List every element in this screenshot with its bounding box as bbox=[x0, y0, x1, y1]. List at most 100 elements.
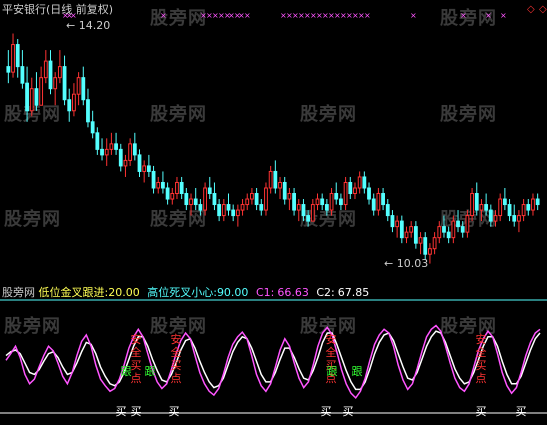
candle-down bbox=[273, 170, 278, 189]
candle-down bbox=[34, 88, 39, 106]
golden-cross-label: 低位金叉跟进: bbox=[38, 286, 109, 299]
x-marker: × bbox=[500, 11, 507, 20]
death-cross-label: 高位死叉小心: bbox=[147, 286, 217, 299]
candle-up bbox=[531, 198, 535, 211]
buy-signal: 买 bbox=[130, 405, 142, 418]
safe-buy-signal: 买 bbox=[170, 359, 182, 372]
safe-buy-signal: 安 bbox=[130, 333, 142, 346]
candle-down bbox=[292, 193, 296, 211]
candle-up bbox=[517, 215, 521, 222]
candle-up bbox=[310, 204, 315, 222]
x-marker: × bbox=[485, 11, 492, 20]
candle-down bbox=[137, 154, 142, 172]
candle-down bbox=[488, 209, 493, 222]
price-candlestick-chart[interactable]: ××× × × × × × ×× ×× × × × × × × × × × × × × × × × × × × × × ◇ ◇ bbox=[0, 0, 547, 425]
candle-down bbox=[324, 204, 329, 211]
candle-down bbox=[95, 132, 100, 150]
candle-down bbox=[423, 237, 428, 255]
follow-signal: 跟 bbox=[326, 365, 338, 378]
candle-down bbox=[526, 204, 531, 211]
candle-up bbox=[123, 159, 128, 167]
candle-up bbox=[437, 226, 442, 239]
candle-down bbox=[217, 204, 222, 217]
candle-down bbox=[184, 193, 189, 206]
chart-title: 平安银行(日线 前复权) bbox=[2, 3, 114, 16]
candle-down bbox=[507, 204, 512, 217]
candle-down bbox=[301, 204, 306, 217]
c1-value: 66.63 bbox=[277, 286, 309, 299]
candle-up bbox=[109, 143, 114, 150]
candle-up bbox=[43, 60, 48, 79]
follow-signal: 跟 bbox=[351, 365, 363, 378]
candle-down bbox=[460, 226, 465, 233]
candle-up bbox=[479, 204, 484, 211]
candle-down bbox=[207, 187, 212, 195]
x-marker: × bbox=[364, 11, 371, 20]
candle-down bbox=[484, 204, 489, 211]
buy-signal: 买 bbox=[475, 405, 487, 418]
candle-up bbox=[404, 231, 409, 239]
candle-up bbox=[493, 215, 498, 222]
candle-down bbox=[446, 231, 451, 239]
candle-up bbox=[39, 77, 44, 106]
buy-signal: 买 bbox=[168, 405, 180, 418]
x-marker: × bbox=[244, 11, 251, 20]
candle-up bbox=[418, 237, 423, 244]
c2-label: C2: bbox=[316, 286, 335, 299]
candle-up bbox=[235, 209, 240, 217]
candle-layer: ××× × × × × × ×× ×× × × × × × × × × × × × × × × × × × × × × bbox=[6, 11, 540, 264]
safe-buy-signal: 买 bbox=[475, 359, 487, 372]
candle-up bbox=[465, 215, 470, 233]
diamond-marker: ◇ bbox=[527, 4, 535, 15]
candle-down bbox=[231, 209, 236, 217]
candle-down bbox=[146, 165, 151, 172]
candle-down bbox=[25, 82, 29, 112]
candle-up bbox=[104, 148, 109, 156]
candle-down bbox=[132, 143, 137, 156]
candle-up bbox=[521, 204, 526, 217]
candle-up bbox=[395, 220, 400, 228]
safe-buy-signal: 全 bbox=[325, 346, 337, 359]
safe-buy-signal: 全 bbox=[475, 346, 487, 359]
candle-up bbox=[29, 88, 34, 112]
candle-down bbox=[198, 204, 203, 211]
candle-down bbox=[193, 198, 198, 206]
candle-down bbox=[306, 215, 311, 222]
c2-value: 67.85 bbox=[337, 286, 370, 299]
candle-up bbox=[376, 193, 381, 211]
candle-down bbox=[20, 66, 25, 84]
indicator-name: 股旁网 bbox=[2, 286, 35, 299]
c2-line bbox=[5, 330, 541, 391]
candle-down bbox=[502, 198, 507, 206]
stock-chart-window[interactable]: 股旁网 股旁网 股旁网 股旁网 股旁网 股旁网 股旁网 股旁网 股旁网 股旁网 … bbox=[0, 0, 547, 425]
x-marker: × bbox=[160, 11, 167, 20]
candle-down bbox=[334, 193, 339, 200]
candle-down bbox=[118, 148, 123, 167]
candle-down bbox=[15, 44, 20, 68]
candle-down bbox=[371, 198, 376, 211]
candle-up bbox=[142, 165, 147, 172]
candle-up bbox=[221, 204, 226, 217]
death-cross-value: 90.00 bbox=[216, 286, 249, 299]
candle-up bbox=[156, 181, 161, 189]
candle-up bbox=[470, 193, 474, 217]
candle-down bbox=[282, 181, 287, 200]
candle-up bbox=[278, 181, 282, 189]
candle-up bbox=[128, 143, 133, 161]
candle-up bbox=[203, 187, 207, 211]
follow-signal: 跟 bbox=[120, 365, 132, 378]
buy-signal: 买 bbox=[115, 405, 127, 418]
safe-buy-signal: 安 bbox=[475, 333, 487, 346]
candle-up bbox=[11, 44, 15, 73]
candle-down bbox=[114, 143, 118, 150]
price-high-label: ← 14.20 bbox=[66, 19, 111, 32]
candle-up bbox=[250, 193, 254, 200]
safe-buy-signal: 点 bbox=[475, 372, 487, 385]
price-high-value: 14.20 bbox=[78, 19, 111, 32]
candle-down bbox=[86, 99, 90, 123]
candle-up bbox=[268, 170, 273, 189]
safe-buy-signal: 点 bbox=[170, 372, 182, 385]
candle-down bbox=[151, 170, 156, 189]
candle-down bbox=[512, 215, 517, 222]
candle-down bbox=[367, 187, 371, 200]
